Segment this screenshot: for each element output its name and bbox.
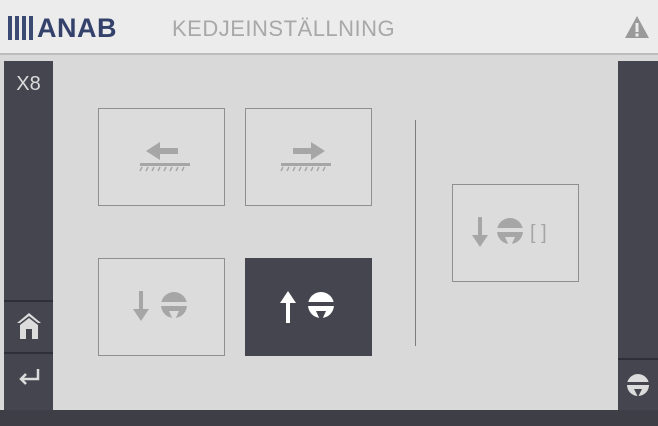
blade-down-button[interactable] [98,258,225,356]
chain-bar-icon [139,163,190,166]
right-sidebar [618,61,658,410]
bottom-bar [0,410,658,426]
header: ANAB KEDJEINSTÄLLNING [0,0,658,55]
chain-bar-icon [280,163,331,166]
saw-blade-icon [626,374,650,397]
return-arrow-icon [18,369,39,385]
blade-up-button[interactable] [245,258,372,356]
saw-blade-button[interactable] [618,358,658,410]
left-sidebar: X8 [4,61,53,410]
page-title: KEDJEINSTÄLLNING [172,16,396,41]
arrow-right-icon [279,142,331,172]
arrow-down-saw-bracket-icon: [ ] [471,217,547,248]
move-left-button[interactable] [98,108,225,206]
bracket-label: [ ] [530,222,547,244]
home-button[interactable] [4,300,53,350]
station-label: X8 [16,73,41,95]
warning-icon [625,16,649,38]
brand-name: ANAB [37,12,117,43]
control-panel: [ ] [53,61,618,410]
arrow-down-saw-icon [132,291,190,322]
arrow-up-saw-icon [279,291,337,323]
logo: ANAB [8,12,117,43]
logo-bars [8,16,33,40]
move-right-button[interactable] [245,108,372,206]
divider [415,120,416,346]
home-icon [16,313,41,339]
blade-reset-button[interactable]: [ ] [452,184,579,282]
back-button[interactable] [4,352,53,402]
arrow-left-icon [138,142,190,172]
